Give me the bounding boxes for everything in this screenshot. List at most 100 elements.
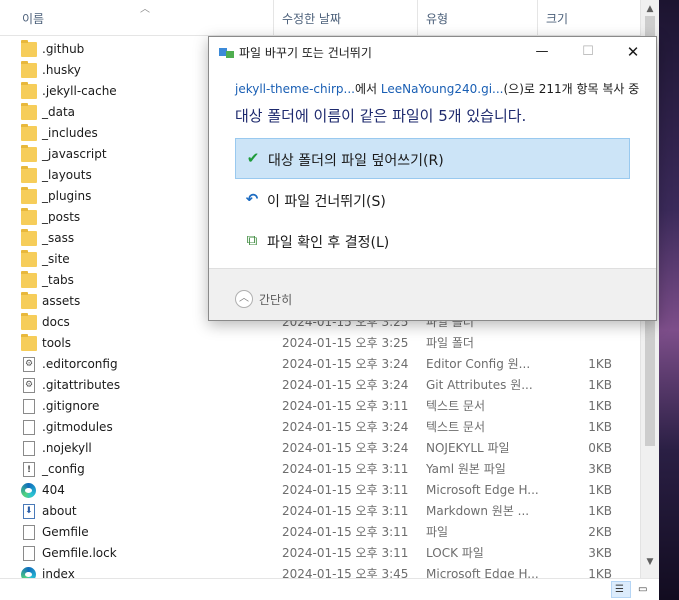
file-date: 2024-01-15 오후 3:11	[282, 504, 409, 518]
text-file-icon	[23, 420, 35, 435]
dialog-title: 파일 바꾸기 또는 건너뛰기	[239, 46, 372, 60]
file-type: LOCK 파일	[426, 546, 484, 560]
file-type: Microsoft Edge H...	[426, 567, 539, 578]
file-row[interactable]: index 2024-01-15 오후 3:45 Microsoft Edge H.…	[0, 564, 640, 578]
yaml-file-icon	[23, 460, 35, 481]
file-type: 텍스트 문서	[426, 399, 486, 413]
file-name: .gitignore	[42, 399, 100, 413]
file-row[interactable]: .gitmodules 2024-01-15 오후 3:24 텍스트 문서 1KB	[0, 417, 640, 438]
tiles-view-button[interactable]: ▭	[634, 581, 654, 598]
folder-icon	[21, 103, 37, 120]
file-type: 텍스트 문서	[426, 420, 486, 434]
folder-icon	[21, 334, 37, 351]
skip-files-label: 이 파일 건너뛰기(S)	[267, 194, 386, 210]
replace-files-option[interactable]: ✔ 대상 폴더의 파일 덮어쓰기(R)	[235, 138, 630, 179]
folder-icon	[21, 82, 37, 99]
dialog-footer: ︿ 간단히	[209, 268, 656, 320]
collapse-chevron-icon[interactable]: ︿	[235, 290, 253, 308]
conflict-headline: 대상 폴더에 이름이 같은 파일이 5개 있습니다.	[235, 107, 527, 125]
text-file-icon	[23, 399, 35, 414]
folder-icon	[21, 187, 37, 204]
file-row[interactable]: Gemfile 2024-01-15 오후 3:11 파일 2KB	[0, 522, 640, 543]
file-name: docs	[42, 315, 70, 329]
scroll-down-icon[interactable]: ▼	[641, 557, 659, 567]
folder-icon	[21, 40, 37, 57]
file-row[interactable]: 404 2024-01-15 오후 3:11 Microsoft Edge H...…	[0, 480, 640, 501]
column-header-size[interactable]: 크기	[540, 0, 620, 36]
file-date: 2024-01-15 오후 3:11	[282, 546, 409, 560]
file-date: 2024-01-15 오후 3:45	[282, 567, 409, 578]
file-name: .github	[42, 42, 85, 56]
folder-icon	[21, 250, 37, 267]
tiles-view-icon: ▭	[638, 584, 648, 595]
column-header-name[interactable]: 이름	[16, 0, 274, 36]
details-view-button[interactable]: ☰	[611, 581, 631, 598]
file-name: .gitattributes	[42, 378, 121, 392]
file-row[interactable]: about 2024-01-15 오후 3:11 Markdown 원본 ... 1K…	[0, 501, 640, 522]
file-date: 2024-01-15 오후 3:24	[282, 357, 409, 371]
file-name: _plugins	[42, 189, 92, 203]
file-size: 1KB	[588, 420, 612, 434]
config-file-icon	[23, 354, 35, 375]
folder-icon	[21, 61, 37, 78]
file-name: Gemfile.lock	[42, 546, 117, 560]
file-size: 3KB	[588, 462, 612, 476]
file-type: 파일 폴더	[426, 336, 474, 350]
file-row[interactable]: Gemfile.lock 2024-01-15 오후 3:11 LOCK 파일 3KB	[0, 543, 640, 564]
file-size: 1KB	[588, 378, 612, 392]
file-name: .nojekyll	[42, 441, 92, 455]
file-name: about	[42, 504, 77, 518]
file-row[interactable]: tools 2024-01-15 오후 3:25 파일 폴더	[0, 333, 640, 354]
file-type: 파일	[426, 525, 449, 539]
blank-file-icon	[23, 525, 35, 540]
dialog-titlebar[interactable]: 파일 바꾸기 또는 건너뛰기 — ☐ ✕	[209, 37, 656, 67]
from-text: 에서	[354, 82, 381, 96]
copy-progress-line: jekyll-theme-chirp...에서 LeeNaYoung240.gi…	[235, 80, 639, 97]
file-name: _data	[42, 105, 76, 119]
file-name: _sass	[42, 231, 75, 245]
file-size: 2KB	[588, 525, 612, 539]
file-name: _posts	[42, 210, 81, 224]
column-header-date[interactable]: 수정한 날짜	[276, 0, 418, 36]
file-row[interactable]: .editorconfig 2024-01-15 오후 3:24 Editor Co…	[0, 354, 640, 375]
file-row[interactable]: .nojekyll 2024-01-15 오후 3:24 NOJEKYLL 파일 0K…	[0, 438, 640, 459]
file-size: 1KB	[588, 483, 612, 497]
decide-each-file-option[interactable]: ⧉ 파일 확인 후 결정(L)	[235, 221, 630, 262]
folder-icon	[21, 271, 37, 288]
file-name: _javascript	[42, 147, 107, 161]
scroll-up-icon[interactable]: ▲	[641, 4, 659, 14]
markdown-file-icon	[23, 501, 35, 522]
file-name: index	[42, 567, 75, 578]
file-name: Gemfile	[42, 525, 89, 539]
decide-each-file-label: 파일 확인 후 결정(L)	[267, 235, 390, 251]
file-row[interactable]: .gitignore 2024-01-15 오후 3:11 텍스트 문서 1KB	[0, 396, 640, 417]
folder-icon	[21, 313, 37, 330]
file-size: 1KB	[588, 504, 612, 518]
file-type: Markdown 원본 ...	[426, 504, 530, 518]
folder-icon	[21, 208, 37, 225]
file-name: .gitmodules	[42, 420, 113, 434]
file-date: 2024-01-15 오후 3:11	[282, 525, 409, 539]
file-type: Editor Config 원...	[426, 357, 531, 371]
column-header-bar: ︿ 이름 수정한 날짜 유형 크기	[0, 0, 659, 36]
file-row[interactable]: _config 2024-01-15 오후 3:11 Yaml 원본 파일 3KB	[0, 459, 640, 481]
status-bar: ☰ ▭	[0, 578, 659, 600]
close-button[interactable]: ✕	[610, 37, 656, 67]
maximize-button[interactable]: ☐	[565, 37, 611, 67]
compare-files-icon: ⧉	[246, 231, 258, 249]
file-name: assets	[42, 294, 81, 308]
destination-folder-link[interactable]: LeeNaYoung240.gi...	[381, 82, 504, 96]
config-file-icon	[23, 375, 35, 396]
file-row[interactable]: .gitattributes 2024-01-15 오후 3:24 Git Attr…	[0, 375, 640, 396]
file-date: 2024-01-15 오후 3:11	[282, 462, 409, 476]
column-header-type[interactable]: 유형	[420, 0, 538, 36]
minimize-button[interactable]: —	[519, 37, 565, 67]
file-name: _includes	[42, 126, 98, 140]
skip-files-option[interactable]: ↶ 이 파일 건너뛰기(S)	[235, 180, 630, 221]
file-date: 2024-01-15 오후 3:11	[282, 399, 409, 413]
file-name: _config	[42, 462, 85, 476]
fewer-details-link[interactable]: 간단히	[259, 291, 292, 308]
copy-count-text: (으)로 211개 항목 복사 중	[503, 82, 640, 96]
file-date: 2024-01-15 오후 3:24	[282, 378, 409, 392]
source-folder-link[interactable]: jekyll-theme-chirp...	[235, 82, 355, 96]
